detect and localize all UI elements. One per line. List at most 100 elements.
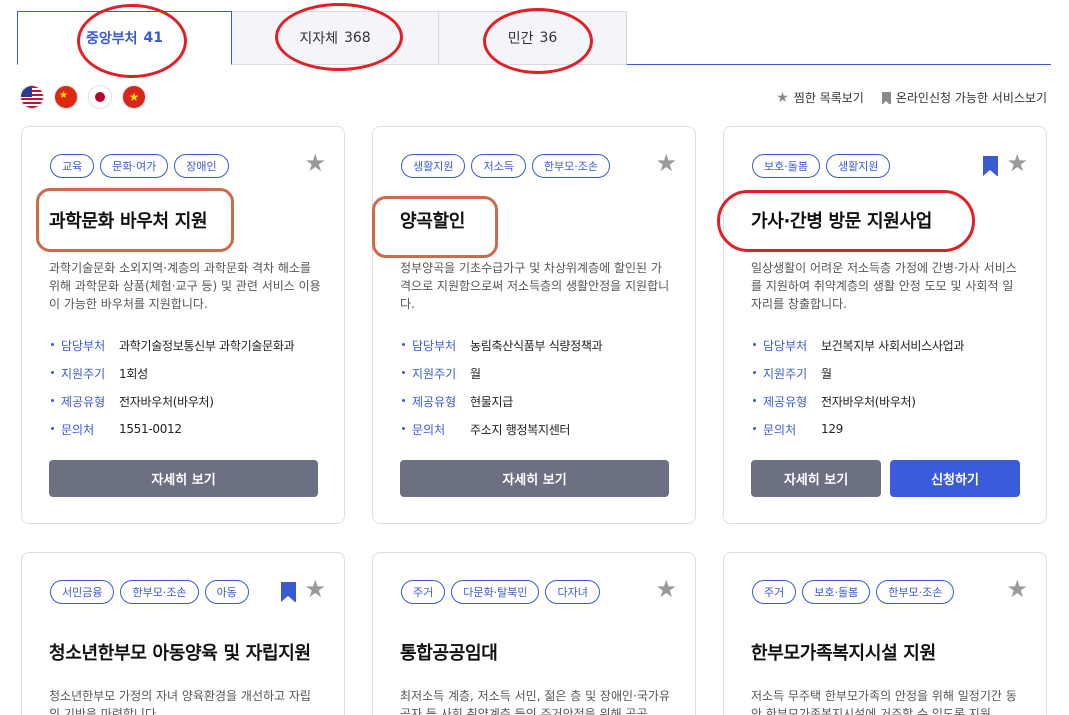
tab-local-government[interactable]: 지자체 368: [231, 11, 439, 65]
info-label: 지원주기: [751, 365, 821, 382]
card-tags: 서민금융 한부모·조손 아동: [50, 580, 249, 604]
detail-button[interactable]: 자세히 보기: [751, 460, 881, 497]
tag[interactable]: 보호·돌봄: [802, 580, 871, 604]
favorite-star-icon[interactable]: ★: [1006, 577, 1028, 601]
card-tags: 보호·돌봄 생활지원: [752, 154, 891, 178]
card-tags: 주거 보호·돌봄 한부모·조손: [752, 580, 955, 604]
online-apply-bookmark-icon: [983, 156, 998, 176]
tag[interactable]: 교육: [50, 154, 95, 178]
cn-flag-icon[interactable]: ★: [55, 86, 77, 108]
us-flag-icon[interactable]: [21, 86, 43, 108]
info-row-cycle: 지원주기 월: [400, 359, 690, 387]
card-title: 과학문화 바우처 지원: [49, 211, 208, 232]
info-label: 문의처: [400, 421, 470, 438]
info-row-cycle: 지원주기 1회성: [49, 359, 339, 387]
info-value: 전자바우처(바우처): [821, 394, 916, 409]
card-actions: 자세히 보기: [49, 460, 318, 497]
card-description: 청소년한부모 가정의 자녀 양육환경을 개선하고 자립의 기반을 마련합니다.: [49, 689, 311, 715]
card-info: 담당부처 농림축산식품부 식량정책과 지원주기 월 제공유형 현물지급 문의처 주소지 …: [400, 331, 690, 443]
info-label: 제공유형: [751, 393, 821, 410]
favorite-star-icon[interactable]: ★: [655, 577, 677, 601]
info-row-type: 제공유형 현물지급: [400, 387, 690, 415]
apply-button[interactable]: 신청하기: [890, 460, 1020, 497]
bookmark-icon: [881, 91, 891, 105]
card-title: 가사·간병 방문 지원사업: [751, 211, 933, 232]
tab-label: 중앙부처: [85, 31, 138, 47]
star-icon: ★: [776, 89, 789, 106]
detail-button[interactable]: 자세히 보기: [49, 460, 318, 497]
tab-count: 41: [143, 30, 163, 46]
detail-button[interactable]: 자세히 보기: [400, 460, 669, 497]
info-label: 담당부처: [49, 337, 119, 354]
info-row-dept: 담당부처 농림축산식품부 식량정책과: [400, 331, 690, 359]
info-row-dept: 담당부처 과학기술정보통신부 과학기술문화과: [49, 331, 339, 359]
tab-label: 지자체: [299, 31, 338, 47]
info-value: 전자바우처(바우처): [119, 394, 214, 409]
card-tags: 교육 문화·여가 장애인: [50, 154, 229, 178]
tag[interactable]: 한부모·조손: [120, 580, 199, 604]
tag[interactable]: 다문화·탈북민: [451, 580, 540, 604]
card-title: 양곡할인: [400, 211, 466, 232]
tag[interactable]: 저소득: [471, 154, 526, 178]
tag[interactable]: 문화·여가: [100, 154, 169, 178]
info-value: 주소지 행정복지센터: [470, 422, 571, 437]
service-card: 교육 문화·여가 장애인 ★ 과학문화 바우처 지원 과학기술문화 소외지역·계…: [21, 126, 345, 524]
tag[interactable]: 한부모·조손: [876, 580, 955, 604]
tag[interactable]: 주거: [401, 580, 446, 604]
info-value: 129: [821, 422, 844, 436]
service-card: 보호·돌봄 생활지원 ★ 가사·간병 방문 지원사업 일상생활이 어려운 저소득…: [723, 126, 1047, 524]
language-flags: ★ ★: [21, 86, 145, 108]
info-value: 월: [470, 366, 481, 381]
card-description: 최저소득 계층, 저소득 서민, 젊은 층 및 장애인·국가유공자 등 사회 취…: [400, 689, 670, 715]
info-value: 농림축산식품부 식량정책과: [470, 338, 603, 353]
vn-flag-icon[interactable]: ★: [123, 86, 145, 108]
tag[interactable]: 주거: [752, 580, 797, 604]
info-row-contact: 문의처 1551-0012: [49, 415, 339, 443]
card-description: 저소득 무주택 한부모가족의 안정을 위해 일정기간 동안 한부모가족복지시설에…: [751, 689, 1017, 715]
tag[interactable]: 생활지원: [825, 154, 891, 178]
category-tabs: 중앙부처 41 지자체 368 민간 36: [17, 11, 1051, 65]
card-actions: 자세히 보기 신청하기: [751, 460, 1020, 497]
service-card: 서민금융 한부모·조손 아동 ★ 청소년한부모 아동양육 및 자립지원 청소년한…: [21, 552, 345, 715]
jp-flag-icon[interactable]: [89, 86, 111, 108]
tag[interactable]: 한부모·조손: [531, 154, 610, 178]
tab-label: 민간: [507, 31, 534, 47]
online-apply-toggle[interactable]: 온라인신청 가능한 서비스보기: [881, 89, 1047, 106]
info-row-contact: 문의처 129: [751, 415, 1041, 443]
online-apply-bookmark-icon: [281, 582, 296, 602]
info-row-type: 제공유형 전자바우처(바우처): [49, 387, 339, 415]
info-row-cycle: 지원주기 월: [751, 359, 1041, 387]
tag[interactable]: 다자녀: [545, 580, 600, 604]
favorite-star-icon[interactable]: ★: [304, 151, 326, 175]
favorites-toggle[interactable]: ★ 찜한 목록보기: [776, 89, 864, 106]
tag[interactable]: 보호·돌봄: [752, 154, 820, 178]
info-label: 담당부처: [400, 337, 470, 354]
favorite-star-icon[interactable]: ★: [304, 577, 326, 601]
card-info: 담당부처 보건복지부 사회서비스사업과 지원주기 월 제공유형 전자바우처(바우처) …: [751, 331, 1041, 443]
tab-count: 36: [539, 30, 558, 46]
tab-private[interactable]: 민간 36: [438, 11, 627, 65]
card-info: 담당부처 과학기술정보통신부 과학기술문화과 지원주기 1회성 제공유형 전자바우처(…: [49, 331, 339, 443]
info-row-dept: 담당부처 보건복지부 사회서비스사업과: [751, 331, 1041, 359]
service-card: 생활지원 저소득 한부모·조손 ★ 양곡할인 정부양곡을 기초수급가구 및 차상…: [372, 126, 696, 524]
service-card: 주거 다문화·탈북민 다자녀 ★ 통합공공임대 최저소득 계층, 저소득 서민,…: [372, 552, 696, 715]
card-title: 한부모가족복지시설 지원: [751, 643, 936, 664]
tag[interactable]: 장애인: [174, 154, 229, 178]
card-description: 일상생활이 어려운 저소득층 가정에 간병·가사 서비스를 지원하여 취약계층의…: [751, 261, 1017, 311]
favorite-star-icon[interactable]: ★: [655, 151, 677, 175]
service-card: 주거 보호·돌봄 한부모·조손 ★ 한부모가족복지시설 지원 저소득 무주택 한…: [723, 552, 1047, 715]
card-description: 정부양곡을 기초수급가구 및 차상위계층에 할인된 가격으로 지원함으로써 저소…: [400, 261, 670, 311]
tag[interactable]: 생활지원: [401, 154, 466, 178]
info-label: 문의처: [49, 421, 119, 438]
info-value: 과학기술정보통신부 과학기술문화과: [119, 338, 295, 353]
tag[interactable]: 서민금융: [50, 580, 115, 604]
tab-central-ministry[interactable]: 중앙부처 41: [17, 11, 232, 65]
favorite-star-icon[interactable]: ★: [1006, 151, 1028, 175]
favorites-label: 찜한 목록보기: [793, 91, 864, 105]
info-value: 1회성: [119, 366, 148, 381]
tag[interactable]: 아동: [204, 580, 249, 604]
info-value: 월: [821, 366, 832, 381]
info-label: 제공유형: [400, 393, 470, 410]
info-label: 지원주기: [49, 365, 119, 382]
view-options: ★ 찜한 목록보기 온라인신청 가능한 서비스보기: [776, 89, 1047, 106]
